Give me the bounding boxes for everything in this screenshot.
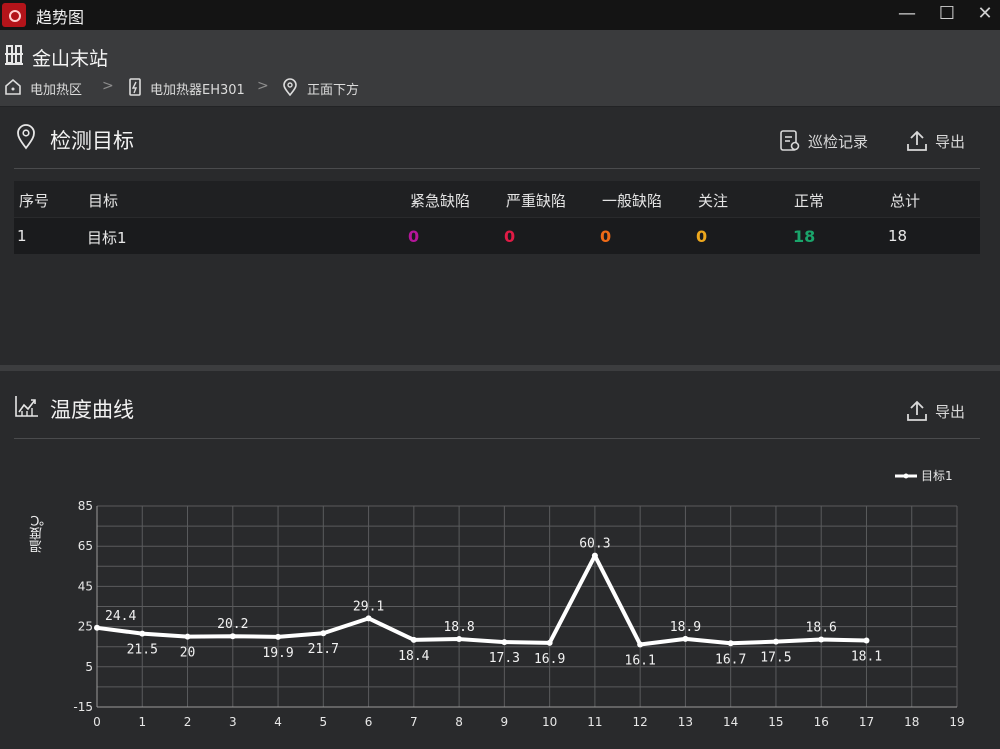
data-label: 18.1 [851, 649, 882, 664]
data-point [365, 615, 372, 622]
data-label: 21.7 [308, 642, 339, 657]
x-tick-label: 17 [859, 715, 874, 729]
data-point [637, 641, 644, 648]
data-point [275, 633, 282, 640]
data-label: 29.1 [353, 599, 384, 614]
data-label: 16.1 [625, 653, 656, 668]
data-point [727, 640, 734, 647]
data-point [139, 630, 146, 637]
data-point [818, 636, 825, 643]
data-point [501, 639, 508, 646]
data-label: 17.3 [489, 651, 520, 666]
data-point [863, 637, 870, 644]
data-label: 20.2 [217, 617, 248, 632]
data-point [546, 639, 553, 646]
data-label: 16.7 [715, 652, 746, 667]
data-point [456, 636, 463, 643]
y-tick-label: 65 [78, 539, 93, 553]
x-tick-label: 14 [723, 715, 738, 729]
x-tick-label: 12 [633, 715, 648, 729]
x-tick-label: 9 [501, 715, 509, 729]
data-label: 19.9 [262, 646, 293, 661]
x-tick-label: 15 [768, 715, 783, 729]
data-point [772, 638, 779, 645]
data-point [184, 633, 191, 640]
data-label: 18.6 [806, 620, 837, 635]
x-tick-label: 1 [138, 715, 146, 729]
x-tick-label: 5 [319, 715, 327, 729]
y-tick-label: 85 [78, 499, 93, 513]
y-tick-label: -15 [73, 700, 93, 714]
legend-label: 目标1 [921, 469, 953, 483]
x-tick-label: 4 [274, 715, 282, 729]
data-label: 17.5 [760, 651, 791, 666]
x-tick-label: 0 [93, 715, 101, 729]
y-tick-label: 25 [78, 620, 93, 634]
data-point [94, 624, 100, 631]
temperature-chart: 856545255-150 1 2 3 4 5 6 7 8 9 10 11 12 13 14 15 16 17 18… [73, 469, 964, 729]
data-label: 18.8 [443, 620, 474, 635]
data-point [320, 630, 327, 637]
data-point [682, 635, 689, 642]
data-label: 24.4 [105, 609, 136, 624]
x-tick-label: 11 [587, 715, 602, 729]
x-tick-label: 7 [410, 715, 418, 729]
x-tick-label: 16 [814, 715, 829, 729]
x-tick-label: 19 [949, 715, 964, 729]
x-tick-label: 18 [904, 715, 919, 729]
data-label: 16.9 [534, 652, 565, 667]
data-label: 20 [180, 646, 196, 661]
data-label: 60.3 [579, 537, 610, 552]
data-label: 21.5 [127, 643, 158, 658]
data-point [229, 633, 236, 640]
legend-swatch-marker [903, 473, 909, 479]
data-label: 18.4 [398, 649, 429, 664]
x-tick-label: 10 [542, 715, 557, 729]
x-tick-label: 8 [455, 715, 463, 729]
x-tick-label: 6 [365, 715, 373, 729]
series-line [96, 553, 867, 647]
y-tick-label: 45 [78, 579, 93, 593]
y-tick-label: 5 [85, 660, 93, 674]
data-label: 18.9 [670, 620, 701, 635]
x-tick-label: 13 [678, 715, 693, 729]
x-tick-label: 3 [229, 715, 237, 729]
x-tick-label: 2 [184, 715, 192, 729]
data-point [591, 552, 598, 559]
data-point [410, 636, 417, 643]
